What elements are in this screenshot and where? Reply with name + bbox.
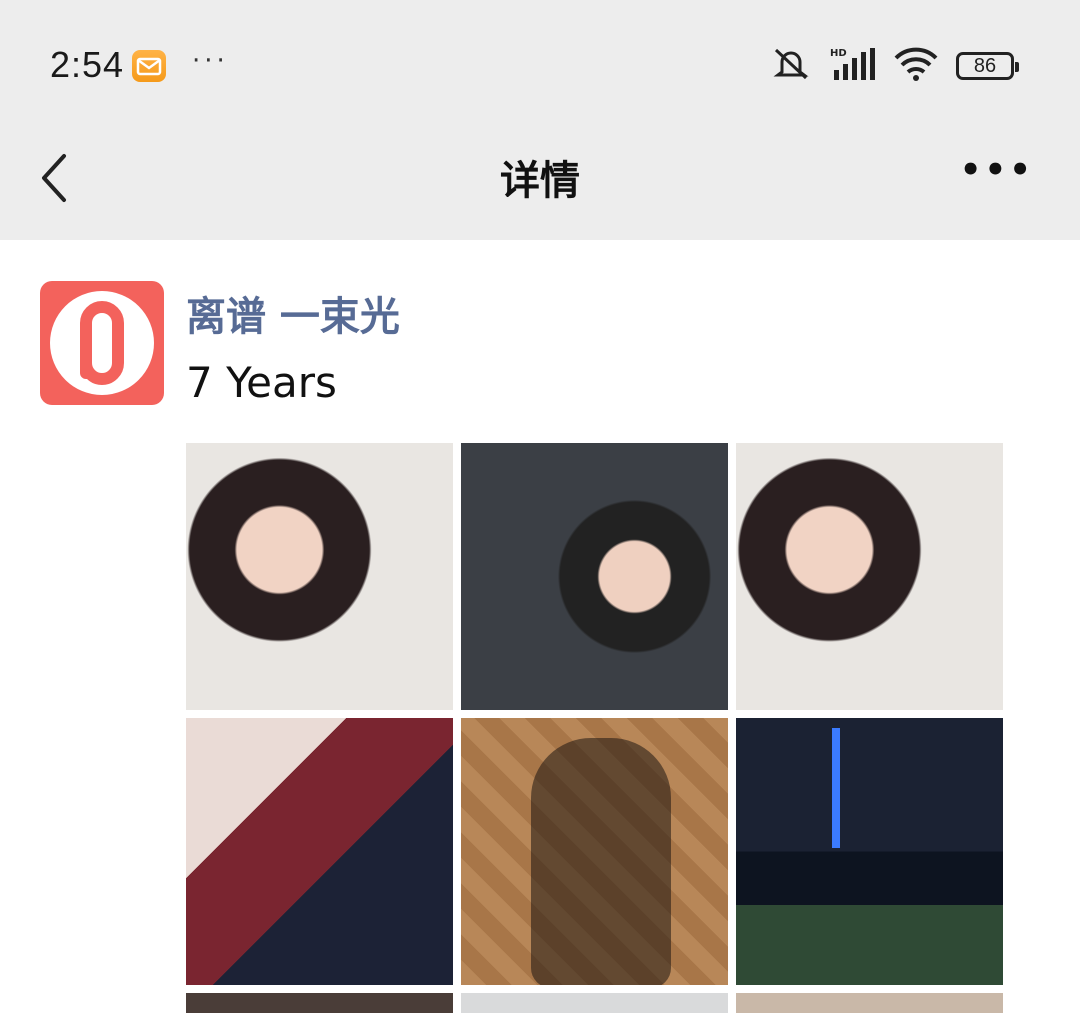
status-icons: HD 86 bbox=[770, 46, 1019, 86]
photo-partial-2[interactable] bbox=[461, 993, 728, 1013]
photo-night-bund[interactable] bbox=[736, 718, 1003, 985]
mute-icon bbox=[770, 46, 812, 86]
page-title: 详情 bbox=[500, 158, 580, 204]
photo-selfie-3[interactable] bbox=[736, 443, 1003, 710]
photo-selfie-1[interactable] bbox=[186, 443, 453, 710]
photo-selfie-4[interactable] bbox=[186, 718, 453, 985]
wifi-icon bbox=[894, 46, 938, 86]
photo-selfie-2[interactable] bbox=[461, 443, 728, 710]
app-logo-icon bbox=[50, 291, 154, 395]
author-name[interactable]: 离谱 一束光 bbox=[186, 284, 400, 342]
status-bar: 2:54 ··· HD 86 bbox=[0, 0, 1080, 128]
more-icon: ••• bbox=[959, 150, 1034, 190]
photo-partial-3[interactable] bbox=[736, 993, 1003, 1013]
svg-text:HD: HD bbox=[830, 48, 847, 59]
photo-partial-1[interactable] bbox=[186, 993, 453, 1013]
battery-icon: 86 bbox=[956, 52, 1019, 80]
more-button[interactable]: ••• bbox=[960, 150, 1034, 190]
status-more: ··· bbox=[192, 46, 229, 76]
status-time: 2:54 bbox=[50, 44, 125, 85]
avatar[interactable] bbox=[40, 281, 164, 405]
mail-icon bbox=[132, 50, 166, 82]
post-text: 7 Years bbox=[186, 358, 337, 407]
nav-bar: 详情 ••• bbox=[0, 128, 1080, 240]
photo-shadows[interactable] bbox=[461, 718, 728, 985]
hd-signal-icon: HD bbox=[830, 46, 876, 86]
